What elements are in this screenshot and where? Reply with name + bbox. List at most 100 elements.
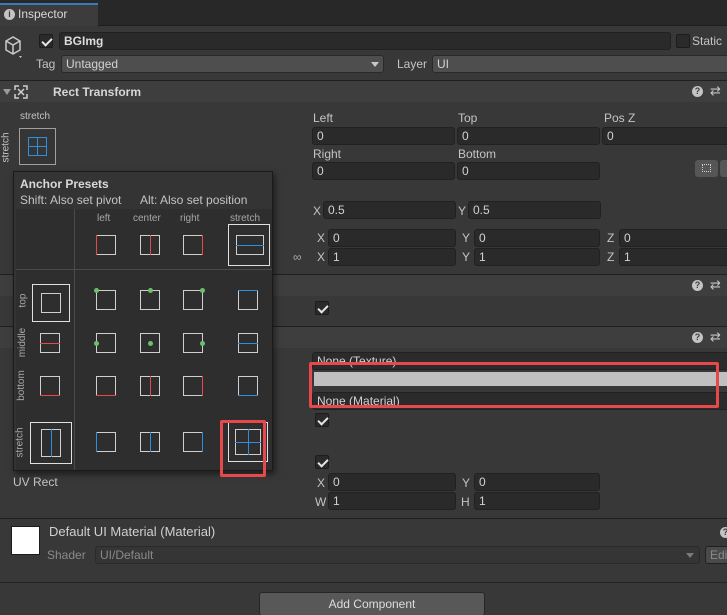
object-name-field[interactable]: BGImg [59, 32, 671, 50]
col-label-left: left [97, 213, 111, 224]
material-swatch[interactable] [11, 526, 40, 555]
uv-h-label: H [461, 495, 470, 509]
preset-none-right[interactable] [177, 229, 209, 261]
cube-icon[interactable] [2, 32, 26, 60]
preset-bottom-none[interactable] [34, 370, 66, 402]
settings-icon[interactable]: ⇄ [710, 277, 721, 293]
scale-y-field[interactable]: 1 [474, 248, 600, 266]
rect-transform-title: Rect Transform [53, 85, 142, 99]
posz-label: Pos Z [604, 111, 636, 125]
link-icon[interactable]: ∞ [293, 250, 302, 264]
scale-x-field[interactable]: 1 [328, 248, 456, 266]
texture-material-highlight [309, 362, 719, 408]
help-icon[interactable]: ? [692, 86, 703, 97]
raw-edit-button[interactable] [720, 160, 727, 177]
preset-top-center[interactable] [134, 284, 166, 316]
posz-field[interactable]: 0 [602, 127, 727, 145]
row-label-bottom: bottom [15, 370, 27, 401]
preset-stretch-right[interactable] [177, 426, 209, 458]
static-label: Static [692, 34, 723, 48]
top-field[interactable]: 0 [457, 127, 600, 145]
uv-w-field[interactable]: 1 [328, 492, 456, 510]
scale-z-label: Z [607, 250, 615, 264]
preset-bottom-center[interactable] [134, 370, 166, 402]
preset-top-stretch[interactable] [232, 284, 264, 316]
rotation-z-label: Z [607, 231, 615, 245]
active-toggle[interactable] [39, 34, 53, 48]
help-icon[interactable]: ? [692, 332, 703, 343]
preset-top-none[interactable] [32, 284, 70, 322]
bottom-label: Bottom [458, 147, 497, 161]
stretch-preset-highlight [220, 420, 266, 477]
tag-dropdown[interactable]: Untagged [61, 55, 384, 73]
material-title: Default UI Material (Material) [49, 524, 216, 539]
preset-none-stretch[interactable] [228, 224, 270, 266]
footer-divider [0, 582, 727, 583]
static-toggle[interactable] [676, 34, 690, 48]
rotation-z-field[interactable]: 0 [619, 229, 727, 247]
layer-value: UI [437, 57, 449, 71]
uv-h-field[interactable]: 1 [474, 492, 600, 510]
settings-icon[interactable]: ⇄ [710, 83, 721, 99]
preset-top-right[interactable] [177, 284, 209, 316]
rect-transform-header[interactable]: Rect Transform ? ⇄ [0, 80, 727, 102]
scale-y-label: Y [462, 250, 471, 264]
scale-x-label: X [317, 250, 326, 264]
scale-z-field[interactable]: 1 [619, 248, 727, 266]
rotation-x-field[interactable]: 0 [328, 229, 456, 247]
preset-stretch-none[interactable] [30, 422, 72, 464]
col-label-stretch: stretch [230, 213, 261, 224]
row-label-top: top [17, 293, 29, 308]
preset-none-center[interactable] [134, 229, 166, 261]
layer-label: Layer [397, 57, 428, 71]
blueprint-mode-button[interactable] [695, 160, 718, 177]
anchor-side-label: stretch [0, 132, 12, 163]
preset-middle-none[interactable] [34, 327, 66, 359]
col-label-center: center [133, 213, 161, 224]
cull-toggle[interactable] [315, 301, 329, 315]
preset-middle-center[interactable] [134, 327, 166, 359]
preset-bottom-left[interactable] [90, 370, 122, 402]
settings-icon[interactable]: ⇄ [710, 329, 721, 345]
chevron-down-icon [686, 553, 694, 558]
preset-bottom-right[interactable] [177, 370, 209, 402]
chevron-down-icon [371, 62, 379, 67]
layer-dropdown[interactable]: UI [432, 55, 727, 73]
preset-none-left[interactable] [90, 229, 122, 261]
left-field[interactable]: 0 [312, 127, 455, 145]
raycast-toggle[interactable] [315, 413, 329, 427]
tab-title: Inspector [18, 7, 68, 21]
add-component-button[interactable]: Add Component [259, 592, 485, 615]
anchor-stretch-icon [28, 137, 47, 156]
preset-stretch-left[interactable] [90, 426, 122, 458]
preset-top-left[interactable] [90, 284, 122, 316]
preset-stretch-center[interactable] [134, 426, 166, 458]
preset-middle-left[interactable] [90, 327, 122, 359]
top-label: Top [458, 111, 478, 125]
edit-shader-button[interactable]: Edi [705, 546, 727, 564]
help-icon[interactable]: ? [692, 280, 703, 291]
maskable-toggle[interactable] [315, 455, 329, 469]
grid-icon [702, 164, 711, 172]
right-field[interactable]: 0 [312, 162, 455, 180]
rotation-y-field[interactable]: 0 [474, 229, 600, 247]
shader-value: UI/Default [100, 548, 154, 562]
pivot-x-field[interactable]: 0.5 [323, 201, 456, 219]
preset-middle-stretch[interactable] [232, 327, 264, 359]
tab-bar [0, 0, 727, 26]
anchor-preset-button[interactable] [19, 128, 56, 165]
alt-hint: Alt: Also set position [140, 193, 248, 207]
tab-inspector[interactable]: i Inspector [0, 3, 98, 26]
shader-dropdown[interactable]: UI/Default [95, 546, 700, 564]
uv-x-field[interactable]: 0 [328, 473, 456, 491]
preset-bottom-stretch[interactable] [232, 370, 264, 402]
pivot-y-field[interactable]: 0.5 [468, 201, 601, 219]
rect-transform-icon [14, 85, 28, 99]
bottom-field[interactable]: 0 [457, 162, 600, 180]
help-icon[interactable]: ? [720, 527, 727, 538]
anchor-top-label: stretch [20, 111, 51, 122]
left-label: Left [313, 111, 334, 125]
col-label-right: right [180, 213, 200, 224]
uv-y-field[interactable]: 0 [474, 473, 600, 491]
preset-middle-right[interactable] [177, 327, 209, 359]
